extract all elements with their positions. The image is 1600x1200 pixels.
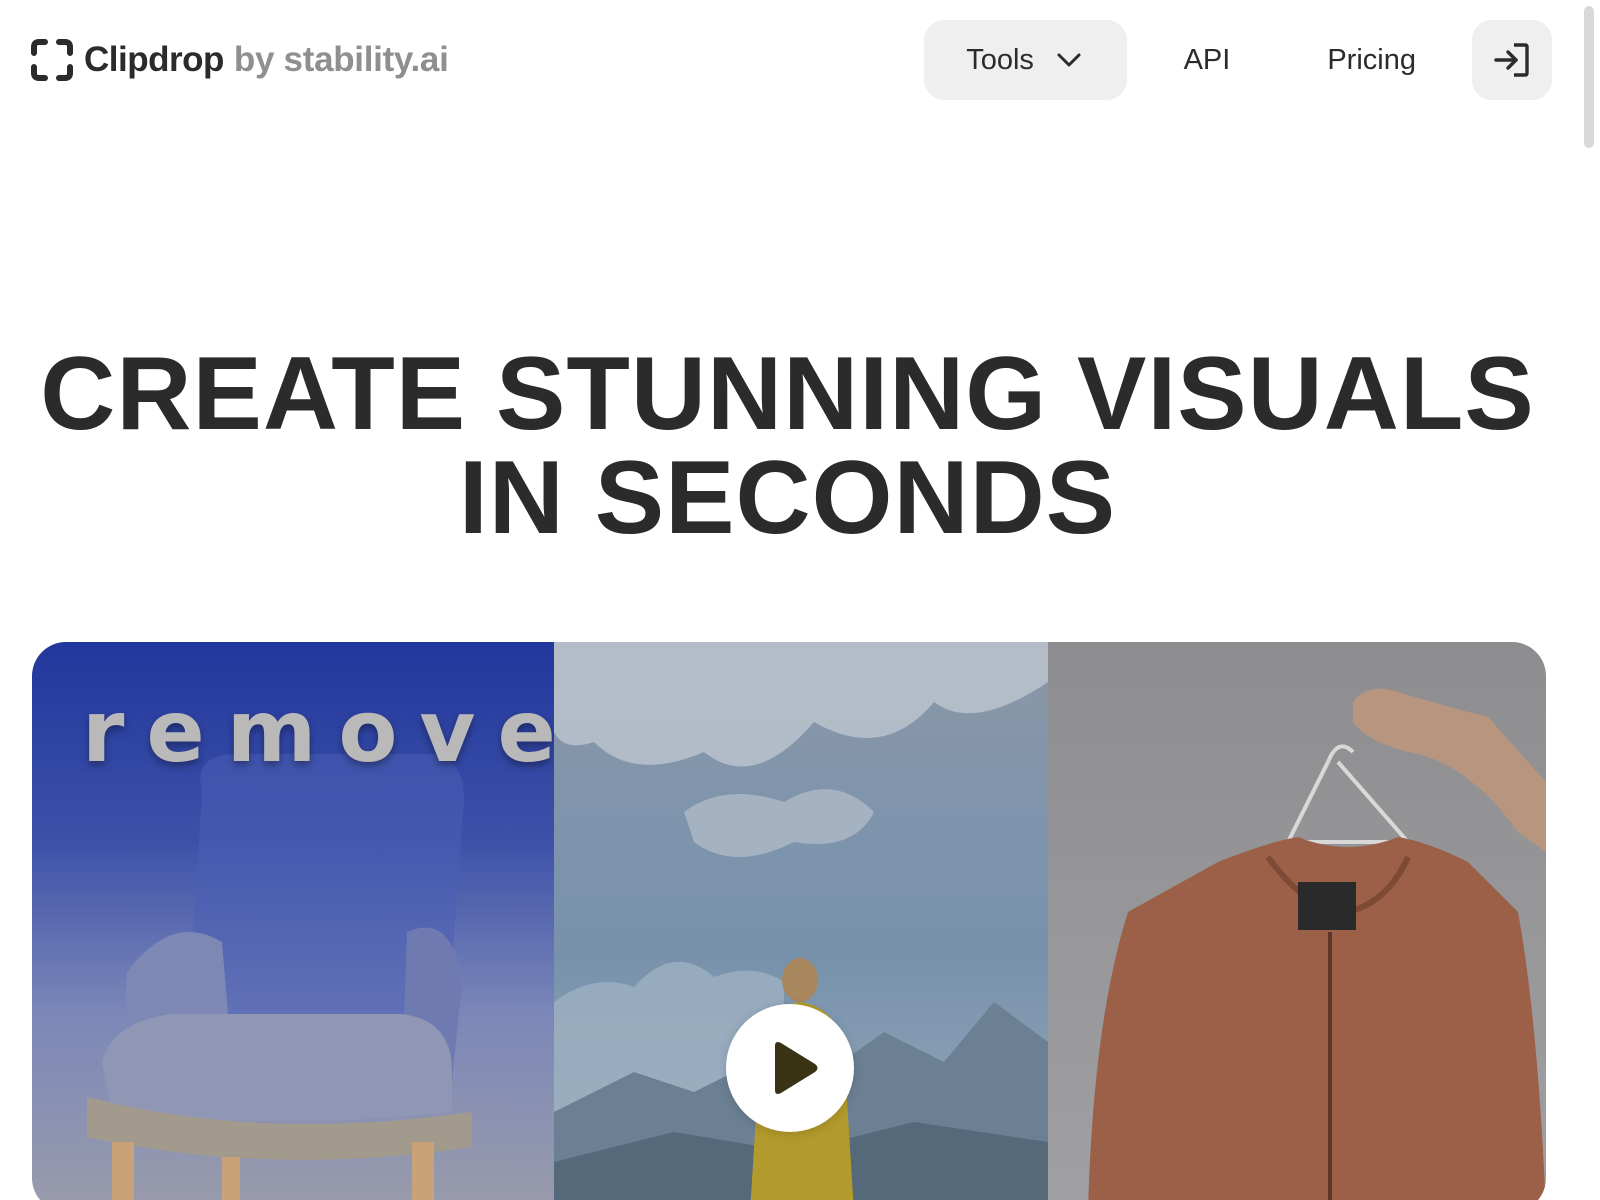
clipdrop-logo[interactable]: Clipdrop by stability.ai [30,38,449,82]
site-header: Clipdrop by stability.ai Tools API Prici… [0,0,1600,120]
brand-name: Clipdrop [84,40,224,79]
clipdrop-frame-icon [31,39,73,81]
play-button[interactable] [726,1004,854,1132]
video-panel-chair: remove [32,642,554,1200]
login-button[interactable] [1472,20,1552,100]
tools-menu-button[interactable]: Tools [923,20,1127,100]
play-icon [775,1042,818,1094]
chevron-down-icon [1057,53,1081,67]
video-panel-jacket [1048,642,1546,1200]
hero-title-line-1: CREATE STUNNING VISUALS [40,336,1535,452]
hero-title: CREATE STUNNING VISUALS IN SECONDS [0,342,1575,550]
sign-in-icon [1494,43,1529,77]
tools-label: Tools [966,43,1034,76]
brand-byline: by stability.ai [233,40,449,79]
hero-title-line-2: IN SECONDS [458,440,1117,556]
top-nav: Tools API Pricing [923,20,1552,100]
page-scrollbar[interactable] [1584,6,1594,148]
remove-caption: remove [82,682,554,782]
nav-link-pricing[interactable]: Pricing [1327,44,1416,77]
nav-link-api[interactable]: API [1184,44,1231,77]
jacket-illustration [1088,688,1546,1200]
